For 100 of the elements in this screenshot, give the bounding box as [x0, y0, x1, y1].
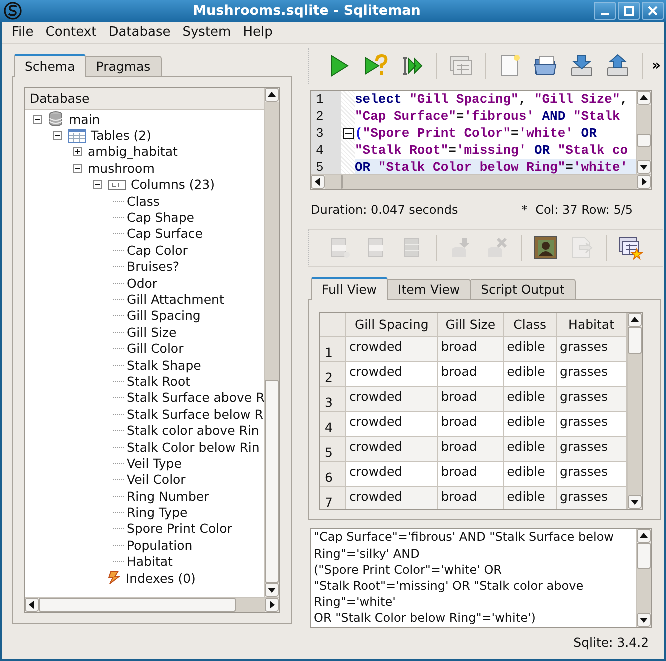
tab[interactable]: Pragmas: [85, 56, 162, 76]
vertical-scrollbar[interactable]: [264, 88, 279, 597]
tree-item[interactable]: Stalk Shape: [127, 358, 202, 373]
horizontal-scrollbar[interactable]: [311, 174, 651, 189]
download-drive-icon: [570, 54, 594, 78]
expand-toggle[interactable]: [73, 147, 82, 156]
scroll-left-button[interactable]: [25, 598, 39, 612]
scroll-right-button[interactable]: [265, 598, 279, 612]
collapse-toggle[interactable]: [33, 114, 42, 124]
row-header[interactable]: 2: [320, 362, 346, 387]
table-cell: grasses: [556, 436, 626, 462]
tab[interactable]: Script Output: [470, 278, 576, 299]
tree-item[interactable]: Stalk Surface below R: [127, 406, 264, 422]
table-cell: crowded: [346, 336, 438, 362]
tree-item[interactable]: ambig_habitat: [88, 144, 178, 160]
horizontal-scrollbar[interactable]: [25, 597, 279, 612]
tree-item[interactable]: Tables (2): [91, 128, 152, 144]
menu-item[interactable]: Context: [40, 25, 103, 40]
scroll-thumb[interactable]: [628, 326, 642, 354]
line-number: 1: [315, 90, 325, 108]
scroll-up-button[interactable]: [637, 529, 651, 544]
tree-item[interactable]: Stalk Root: [127, 374, 191, 389]
tree-item[interactable]: Cap Shape: [127, 210, 194, 226]
tree-item[interactable]: Indexes (0): [126, 570, 196, 586]
collapse-toggle[interactable]: [93, 180, 102, 190]
menu-item[interactable]: Help: [237, 25, 279, 40]
tab[interactable]: Schema: [14, 54, 86, 77]
menu-item[interactable]: Database: [102, 25, 177, 40]
scroll-up-button[interactable]: [265, 88, 279, 102]
menu-item[interactable]: System: [176, 25, 238, 40]
tab[interactable]: Full View: [311, 276, 388, 300]
scroll-up-button[interactable]: [628, 312, 642, 327]
scroll-right-button[interactable]: [637, 174, 651, 189]
table-cell: broad: [438, 486, 504, 509]
column-icon: [108, 180, 126, 190]
tab[interactable]: Item View: [387, 278, 472, 299]
row-header[interactable]: 3: [320, 386, 346, 412]
maximize-icon: [624, 6, 634, 16]
tree-item[interactable]: Class: [127, 194, 160, 209]
tree-item[interactable]: Population: [127, 538, 193, 553]
tree-item[interactable]: main: [69, 112, 100, 127]
row-header[interactable]: 7: [320, 486, 346, 509]
line-number: 2: [315, 108, 325, 125]
tree-item[interactable]: Gill Size: [127, 324, 177, 340]
collapse-toggle[interactable]: [53, 131, 62, 140]
sql-editor[interactable]: 1 2 3 4 5 select "Gill Spacing", "Gill Size", "Cap Surface"='fibrous' AND "Stalk ("Spore Print Color"='white' OR "Stalk Root"='missing' OR "Stalk co OR "Stalk Color below Ring"='white': [310, 90, 652, 190]
fold-toggle[interactable]: [342, 128, 354, 139]
scroll-thumb[interactable]: [637, 543, 651, 570]
overflow-button[interactable]: »: [650, 58, 664, 74]
tree-item[interactable]: Ring Number: [127, 488, 210, 504]
row-header[interactable]: 5: [320, 436, 346, 462]
tree-item[interactable]: Bruises?: [127, 259, 180, 274]
tree-item[interactable]: Cap Color: [127, 242, 188, 258]
scroll-thumb[interactable]: [265, 380, 279, 583]
tree-item[interactable]: mushroom: [88, 160, 155, 176]
scroll-down-button[interactable]: [265, 583, 279, 597]
scroll-thumb[interactable]: [39, 598, 236, 612]
row-header[interactable]: 1: [320, 336, 346, 362]
window-title: Mushrooms.sqlite - Sqliteman: [192, 3, 422, 19]
tree-item[interactable]: Columns (23): [131, 177, 216, 192]
tree-item[interactable]: Gill Attachment: [127, 292, 224, 307]
tree-item[interactable]: Habitat: [127, 554, 173, 570]
minimize-button[interactable]: [594, 2, 616, 20]
scroll-left-button[interactable]: [311, 174, 325, 189]
tree-item[interactable]: Veil Color: [127, 472, 186, 488]
vertical-scrollbar[interactable]: [636, 90, 651, 174]
table-cell: grasses: [556, 486, 626, 509]
column-header[interactable]: Gill Size: [438, 312, 504, 337]
maximize-button[interactable]: [618, 2, 640, 20]
tree-item[interactable]: Veil Type: [127, 456, 182, 471]
tree-item[interactable]: Odor: [127, 276, 158, 291]
tree-item[interactable]: Cap Surface: [127, 226, 203, 242]
play-question-icon: [364, 54, 388, 78]
scroll-down-button[interactable]: [637, 160, 651, 174]
scroll-up-button[interactable]: [637, 90, 651, 105]
tree-item[interactable]: Gill Color: [127, 341, 184, 356]
vertical-scrollbar[interactable]: [627, 312, 642, 509]
tree-item[interactable]: Stalk color above Rin: [127, 423, 260, 438]
tree-item[interactable]: Stalk Color below Rin: [127, 440, 260, 454]
tree-item[interactable]: Gill Spacing: [127, 308, 201, 324]
tree-item[interactable]: Stalk Surface above R: [127, 390, 264, 406]
scroll-thumb[interactable]: [637, 134, 651, 147]
table-cell: edible: [504, 336, 557, 362]
tree-item[interactable]: Ring Type: [127, 505, 188, 520]
menu-item[interactable]: File: [6, 25, 40, 40]
document-arrow-icon: [570, 236, 594, 260]
column-header[interactable]: Class: [504, 312, 557, 337]
scroll-down-button[interactable]: [637, 613, 651, 628]
close-button[interactable]: [642, 2, 664, 20]
column-header[interactable]: Gill Spacing: [346, 312, 438, 337]
vertical-scrollbar[interactable]: [636, 529, 651, 628]
line-number: 3: [315, 124, 325, 142]
tree-item[interactable]: Spore Print Color: [127, 521, 232, 536]
column-header[interactable]: Habitat: [556, 312, 626, 337]
row-header[interactable]: 4: [320, 412, 346, 437]
scroll-down-button[interactable]: [628, 494, 642, 509]
scroll-thumb[interactable]: [340, 174, 342, 189]
row-header[interactable]: 6: [320, 462, 346, 487]
collapse-toggle[interactable]: [73, 164, 82, 173]
lightning-icon: [107, 571, 121, 586]
